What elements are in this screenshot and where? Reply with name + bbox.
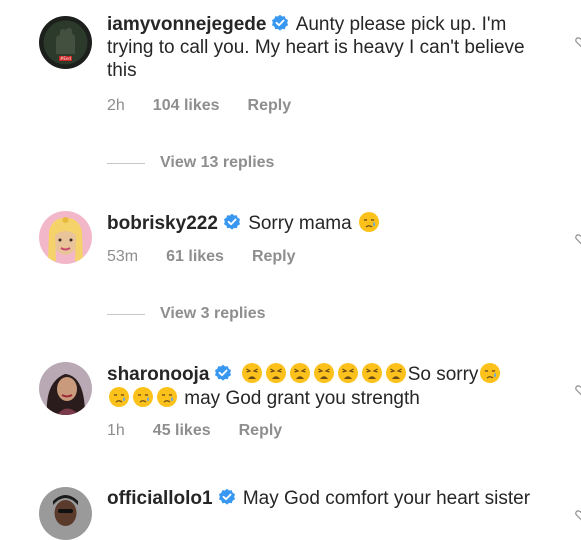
comment-body: iamyvonnejegede Aunty please pick up. I'… xyxy=(107,13,547,82)
weary-face-emoji xyxy=(289,362,311,384)
comment-username[interactable]: bobrisky222 xyxy=(107,213,218,234)
heart-outline-icon[interactable] xyxy=(575,233,581,245)
likes-count[interactable]: 45 likes xyxy=(153,422,211,440)
crying-face-emoji xyxy=(108,386,130,408)
verified-badge-icon xyxy=(223,213,241,231)
comment-timestamp: 1h xyxy=(107,422,125,439)
divider-line xyxy=(107,313,145,315)
crying-face-emoji xyxy=(479,362,501,384)
comment-body: bobrisky222 Sorry mama xyxy=(107,211,547,235)
comment-meta: 2h 104 likes Reply xyxy=(107,97,291,115)
heart-outline-icon[interactable] xyxy=(575,509,581,521)
crying-face-emoji xyxy=(358,211,380,233)
comment-username[interactable]: officiallolo1 xyxy=(107,488,213,509)
weary-face-emoji xyxy=(241,362,263,384)
likes-count[interactable]: 61 likes xyxy=(166,248,224,266)
comment-text: may God grant you strength xyxy=(184,388,420,409)
verified-badge-icon xyxy=(218,488,236,506)
weary-face-emoji xyxy=(265,362,287,384)
comment-body: sharonooja So sorry may God grant you st… xyxy=(107,362,547,410)
comment-meta: 53m 61 likes Reply xyxy=(107,248,296,266)
comment-timestamp: 53m xyxy=(107,248,139,265)
verified-badge-icon xyxy=(214,364,232,382)
crying-face-emoji xyxy=(132,386,154,408)
crying-face-emoji xyxy=(156,386,178,408)
weary-face-emoji xyxy=(361,362,383,384)
view-replies-button[interactable]: View 3 replies xyxy=(107,305,266,323)
svg-text:#End: #End xyxy=(60,56,71,61)
avatar[interactable] xyxy=(39,211,92,264)
verified-badge-icon xyxy=(271,14,289,32)
weary-face-emoji xyxy=(313,362,335,384)
weary-face-emoji xyxy=(337,362,359,384)
weary-face-emoji xyxy=(385,362,407,384)
view-replies-label: View 13 replies xyxy=(160,154,275,171)
comment-text: So sorry xyxy=(407,364,479,385)
likes-count[interactable]: 104 likes xyxy=(153,97,220,115)
comment-timestamp: 2h xyxy=(107,97,125,114)
avatar[interactable] xyxy=(39,487,92,540)
comment-text: May God comfort your heart sister xyxy=(242,488,531,509)
comment-text: Sorry mama xyxy=(248,213,352,234)
avatar[interactable]: #End xyxy=(39,16,92,69)
comment-meta: 1h 45 likes Reply xyxy=(107,422,282,440)
heart-outline-icon[interactable] xyxy=(575,36,581,48)
reply-button[interactable]: Reply xyxy=(248,97,292,115)
heart-outline-icon[interactable] xyxy=(575,384,581,396)
view-replies-button[interactable]: View 13 replies xyxy=(107,154,274,172)
comment-username[interactable]: sharonooja xyxy=(107,364,209,385)
comment-username[interactable]: iamyvonnejegede xyxy=(107,14,266,35)
avatar[interactable] xyxy=(39,362,92,415)
comment-body: officiallolo1 May God comfort your heart… xyxy=(107,487,547,510)
reply-button[interactable]: Reply xyxy=(239,422,283,440)
divider-line xyxy=(107,162,145,164)
view-replies-label: View 3 replies xyxy=(160,305,266,322)
reply-button[interactable]: Reply xyxy=(252,248,296,266)
